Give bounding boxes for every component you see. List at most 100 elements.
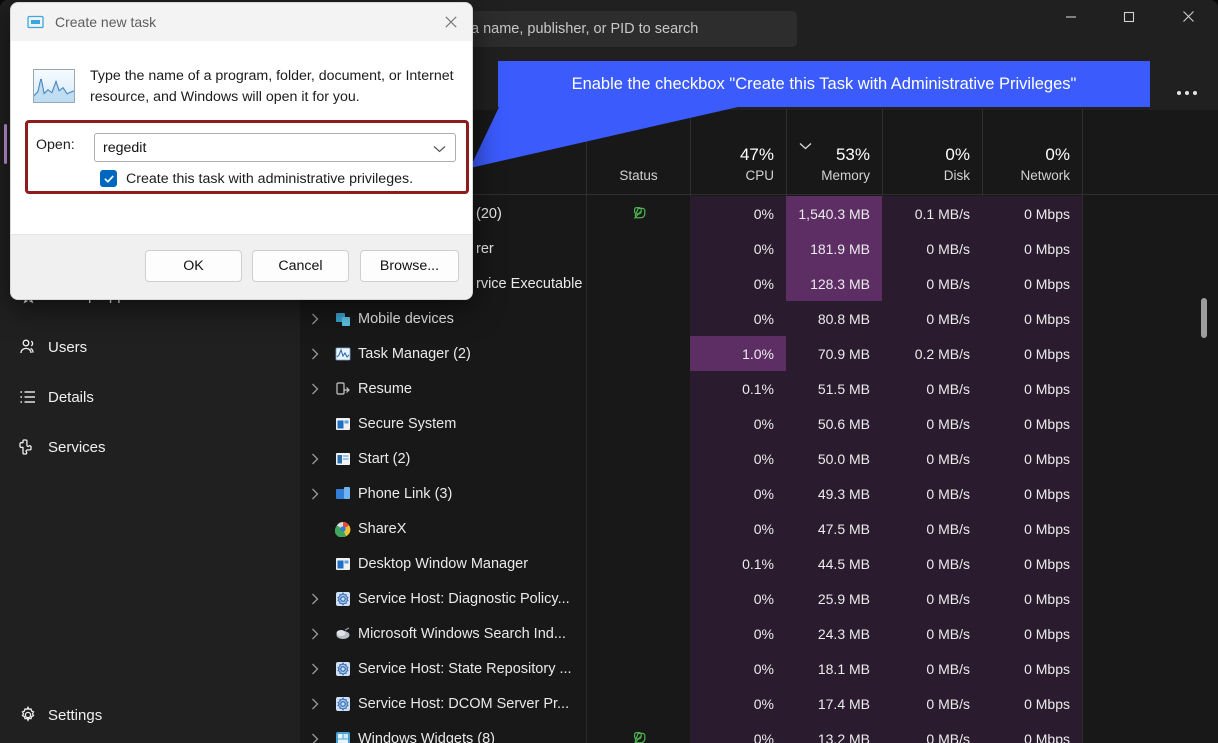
expand-chevron-right-icon[interactable] — [300, 628, 330, 640]
process-name-cell[interactable]: Mobile devices — [300, 301, 586, 336]
process-name-cell[interactable]: Resume — [300, 371, 586, 406]
cpu-cell: 0.1% — [690, 546, 786, 581]
sidebar-item-label: Users — [48, 338, 88, 356]
process-name-cell[interactable]: Service Host: Diagnostic Policy... — [300, 581, 586, 616]
expand-chevron-right-icon[interactable] — [300, 593, 330, 605]
process-name-cell[interactable]: Secure System — [300, 406, 586, 441]
process-name-cell[interactable]: Desktop Window Manager — [300, 546, 586, 581]
maximize-button[interactable] — [1106, 0, 1152, 33]
table-row[interactable]: Service Host: State Repository ... 0% 18.1… — [300, 651, 1218, 686]
mobile-icon — [330, 301, 356, 336]
sidebar-item-label: Settings — [48, 706, 103, 724]
memory-cell: 51.5 MB — [786, 371, 882, 406]
network-cell: 0 Mbps — [982, 406, 1082, 441]
column-header-disk[interactable]: 0% Disk — [882, 109, 982, 194]
sidebar-item-users[interactable]: Users — [8, 326, 292, 368]
process-name-cell[interactable]: Phone Link (3) — [300, 476, 586, 511]
process-name-cell[interactable]: Start (2) — [300, 441, 586, 476]
table-row[interactable]: Mobile devices 0% 80.8 MB 0 MB/s 0 Mbps — [300, 301, 1218, 336]
table-row[interactable]: Phone Link (3) 0% 49.3 MB 0 MB/s 0 Mbps — [300, 476, 1218, 511]
cancel-button[interactable]: Cancel — [252, 250, 349, 282]
process-name-cell[interactable]: Windows Widgets (8) — [300, 721, 586, 743]
network-cell: 0 Mbps — [982, 546, 1082, 581]
column-header-network[interactable]: 0% Network — [982, 109, 1082, 194]
network-cell: 0 Mbps — [982, 231, 1082, 266]
memory-cell: 25.9 MB — [786, 581, 882, 616]
table-row[interactable]: Service Host: DCOM Server Pr... 0% 17.4 MB… — [300, 686, 1218, 721]
search-input[interactable]: a name, publisher, or PID to search — [445, 11, 797, 47]
close-button[interactable] — [1165, 0, 1211, 33]
cpu-cell: 0% — [690, 301, 786, 336]
gearblue-icon — [330, 581, 356, 616]
annotation-text: Enable the checkbox "Create this Task wi… — [571, 74, 1077, 93]
sidebar-item-settings[interactable]: Settings — [8, 694, 292, 736]
column-header-cpu[interactable]: 47% CPU — [690, 109, 786, 194]
process-name-cell[interactable]: Microsoft Windows Search Ind... — [300, 616, 586, 651]
cpu-cell: 1.0% — [690, 336, 786, 371]
memory-cell: 17.4 MB — [786, 686, 882, 721]
dialog-close-button[interactable] — [428, 3, 472, 41]
more-options-button[interactable] — [1165, 76, 1209, 110]
status-cell — [586, 406, 690, 441]
expand-chevron-right-icon[interactable] — [300, 453, 330, 465]
widgets-icon — [330, 721, 356, 743]
disk-cell: 0 MB/s — [882, 616, 982, 651]
admin-privileges-checkbox-row[interactable]: Create this task with administrative pri… — [100, 170, 413, 187]
table-row[interactable]: Secure System 0% 50.6 MB 0 MB/s 0 Mbps — [300, 406, 1218, 441]
memory-cell: 181.9 MB — [786, 231, 882, 266]
status-cell — [586, 511, 690, 546]
expand-chevron-right-icon[interactable] — [300, 383, 330, 395]
efficiency-mode-leaf-icon — [633, 731, 645, 743]
table-row[interactable]: Task Manager (2) 1.0% 70.9 MB 0.2 MB/s 0 Mbp… — [300, 336, 1218, 371]
ok-button[interactable]: OK — [145, 250, 242, 282]
vertical-scrollbar[interactable] — [1201, 195, 1213, 743]
network-total-percent: 0% — [1045, 145, 1070, 164]
table-row[interactable]: Resume 0.1% 51.5 MB 0 MB/s 0 Mbps — [300, 371, 1218, 406]
expand-chevron-right-icon[interactable] — [300, 488, 330, 500]
column-header-memory[interactable]: 53% Memory — [786, 109, 882, 194]
table-row[interactable]: Windows Widgets (8) 0% 13.2 MB 0 MB/s 0 Mbps — [300, 721, 1218, 743]
memory-cell: 47.5 MB — [786, 511, 882, 546]
disk-cell: 0 MB/s — [882, 231, 982, 266]
minimize-button[interactable] — [1048, 0, 1094, 33]
table-row[interactable]: ShareX 0% 47.5 MB 0 MB/s 0 Mbps — [300, 511, 1218, 546]
column-header-extra[interactable] — [1082, 109, 1218, 194]
network-cell: 0 Mbps — [982, 581, 1082, 616]
disk-cell: 0 MB/s — [882, 686, 982, 721]
expand-chevron-right-icon[interactable] — [300, 348, 330, 360]
scrollbar-thumb[interactable] — [1201, 298, 1207, 338]
memory-cell: 50.0 MB — [786, 441, 882, 476]
network-cell: 0 Mbps — [982, 196, 1082, 231]
open-combobox[interactable]: regedit — [94, 133, 456, 162]
admin-privileges-checkbox[interactable] — [100, 170, 117, 187]
chevron-down-icon[interactable] — [433, 134, 446, 163]
users-icon — [8, 337, 48, 357]
expand-chevron-right-icon[interactable] — [300, 698, 330, 710]
process-name-cell[interactable]: ShareX — [300, 511, 586, 546]
expand-chevron-right-icon[interactable] — [300, 663, 330, 675]
expand-chevron-right-icon[interactable] — [300, 313, 330, 325]
process-name: Task Manager (2) — [358, 345, 471, 362]
network-cell: 0 Mbps — [982, 476, 1082, 511]
sidebar-item-details[interactable]: Details — [8, 376, 292, 418]
status-cell — [586, 651, 690, 686]
table-row[interactable]: Microsoft Windows Search Ind... 0% 24.3 MB… — [300, 616, 1218, 651]
browse-button[interactable]: Browse... — [360, 250, 459, 282]
cpu-cell: 0% — [690, 441, 786, 476]
process-name: Desktop Window Manager — [358, 555, 529, 572]
disk-cell: 0 MB/s — [882, 301, 982, 336]
process-name-cell[interactable]: Task Manager (2) — [300, 336, 586, 371]
column-header-status[interactable]: Status — [586, 109, 690, 194]
expand-chevron-right-icon[interactable] — [300, 733, 330, 743]
sidebar-item-label: Services — [48, 438, 106, 456]
dot-icon — [1177, 91, 1181, 95]
create-new-task-dialog: Create new task Type the name of a progr… — [10, 2, 473, 300]
table-row[interactable]: Desktop Window Manager 0.1% 44.5 MB 0 MB/s 0… — [300, 546, 1218, 581]
table-row[interactable]: Service Host: Diagnostic Policy... 0% 25.9… — [300, 581, 1218, 616]
process-name-cell[interactable]: Service Host: State Repository ... — [300, 651, 586, 686]
sidebar-item-services[interactable]: Services — [8, 426, 292, 468]
memory-cell: 13.2 MB — [786, 721, 882, 743]
process-name-cell[interactable]: Service Host: DCOM Server Pr... — [300, 686, 586, 721]
network-cell: 0 Mbps — [982, 371, 1082, 406]
table-row[interactable]: Start (2) 0% 50.0 MB 0 MB/s 0 Mbps — [300, 441, 1218, 476]
